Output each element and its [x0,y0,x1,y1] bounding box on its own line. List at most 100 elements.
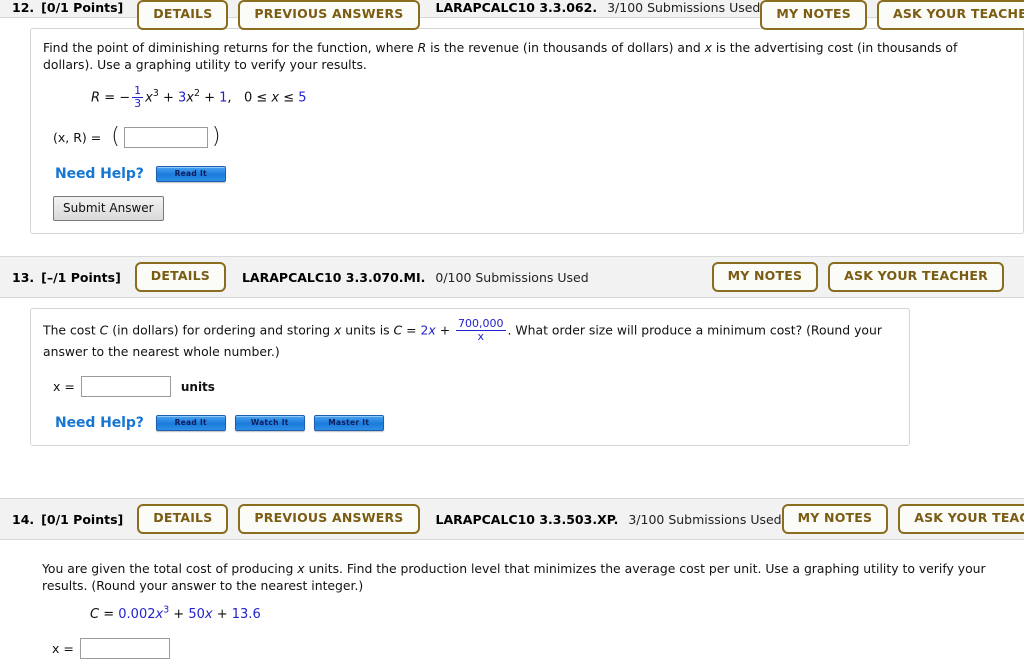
submissions-used-14: 3/100 Submissions Used [628,511,782,527]
question-body-12: Find the point of diminishing returns fo… [0,28,1024,235]
question-number-13: 13. [12,269,35,285]
eq13-equals: = [406,322,417,338]
eq12-equals: = [104,90,116,106]
answer-units-13: units [180,379,215,394]
eq12-domain-lo: 0 [243,90,253,106]
submissions-used-12: 3/100 Submissions Used [607,0,761,15]
details-button-12[interactable]: DETAILS [137,0,229,30]
eq12-le1: ≤ [256,90,268,106]
answer-input-13[interactable] [80,376,171,398]
details-button-13[interactable]: DETAILS [134,262,226,292]
answer-label-14: x = [52,641,74,657]
question-points-14: [0/1 Points] [41,511,124,527]
eq12-domain-hi: 5 [298,90,307,106]
my-notes-button-12[interactable]: MY NOTES [760,0,867,30]
ask-your-teacher-button-13[interactable]: ASK YOUR TEACHER [828,262,1004,292]
question-prompt-13: The cost C (in dollars) for ordering and… [43,318,897,360]
question-code-13: LARAPCALC10 3.3.070.MI. [241,269,426,285]
eq12-minus: − [119,90,131,106]
eq13-frac-num: 700,000 [458,317,504,331]
eq14-coef2: 50 [188,607,205,623]
section-gap-1 [0,234,1024,257]
eq13-fraction: 700,000 x [456,318,506,342]
master-it-button-13[interactable]: Master It [313,415,384,432]
question-body-13: The cost C (in dollars) for ordering and… [0,308,1024,447]
read-it-button-12[interactable]: Read It [155,166,226,183]
eq12-frac-den: 3 [132,96,144,110]
need-help-row-12: Need Help? Read It [55,166,1011,183]
question-card-13: The cost C (in dollars) for ordering and… [30,308,910,447]
eq12-term2-exp: 2 [193,88,200,100]
question-prompt-14: You are given the total cost of producin… [42,560,1012,594]
eq14-plus2: + [216,607,228,623]
eq14-const: 13.6 [231,607,261,623]
details-button-14[interactable]: DETAILS [137,504,229,534]
eq12-domain-var: x [271,90,280,106]
eq13-lhs: C [393,322,403,338]
answer-row-14: x = [52,638,1012,660]
submissions-used-13: 0/100 Submissions Used [435,269,589,285]
question-card-14: You are given the total cost of producin… [30,550,1024,671]
prompt-text-a: Find the point of diminishing returns fo… [43,40,418,55]
eq13-frac-den: x [456,329,506,343]
prompt13-text-c: units is [341,322,394,338]
section-gap-2 [0,446,1024,499]
my-notes-button-13[interactable]: MY NOTES [711,262,819,292]
answer-label-12: (x, R) = [53,129,102,145]
prompt-text-b: is the revenue (in thousands of dollars)… [426,40,705,55]
eq12-term1-exp: 3 [152,88,159,100]
submit-answer-button-12[interactable]: Submit Answer [53,196,164,222]
question-header-14: 14. [0/1 Points] DETAILS PREVIOUS ANSWER… [0,498,1024,541]
answer-input-12[interactable] [123,126,208,148]
eq12-term1-var: x [145,90,153,106]
question-points-12: [0/1 Points] [41,0,124,15]
answer-row-13: x = units [53,376,897,398]
prompt13-var-C: C [99,322,109,338]
paren-close-12: ) [211,124,221,150]
eq12-plus1: + [162,90,174,106]
need-help-label-12: Need Help? [55,166,144,183]
eq12-fraction: 13 [132,84,144,110]
my-notes-button-14[interactable]: MY NOTES [781,504,889,534]
prompt14-text-a: You are given the total cost of producin… [42,561,298,577]
eq13-plus: + [439,322,451,338]
question-code-12: LARAPCALC10 3.3.062. [435,0,598,15]
need-help-label-13: Need Help? [55,415,144,432]
question-points-13: [–/1 Points] [41,269,121,285]
question-body-14: You are given the total cost of producin… [0,550,1024,671]
eq14-coef1: 0.002 [118,607,156,623]
equation-14: C = 0.002x3 + 50x + 13.6 [90,604,1012,623]
prompt14-var-x: x [297,561,305,577]
eq12-comma: , [227,90,232,106]
question-code-14: LARAPCALC10 3.3.503.XP. [435,511,619,527]
question-card-12: Find the point of diminishing returns fo… [30,28,1024,235]
question-prompt-12: Find the point of diminishing returns fo… [43,39,1011,73]
eq12-frac-num: 1 [134,84,142,97]
prompt-var-x: x [704,40,712,55]
question-header-13: 13. [–/1 Points] DETAILS LARAPCALC10 3.3… [0,256,1024,299]
ask-your-teacher-button-12[interactable]: ASK YOUR TEACHER [876,0,1024,30]
submit-wrap-12: Submit Answer [53,196,1011,222]
watch-it-button-13[interactable]: Watch It [234,415,305,432]
eq14-term1-exp: 3 [163,604,170,616]
equation-12: R = −1 3 x3 + 3x2 + 1, 0 ≤ x ≤ 5 [91,84,1011,110]
answer-input-14[interactable] [79,638,170,660]
eq14-lhs: C [90,607,100,623]
previous-answers-button-14[interactable]: PREVIOUS ANSWERS [238,504,420,534]
eq14-term1-var: x [155,607,164,623]
paren-open-12: ( [111,124,120,150]
question-header-12: 12. [0/1 Points] DETAILS PREVIOUS ANSWER… [0,0,1024,30]
need-help-row-13: Need Help? Read It Watch It Master It [55,415,897,432]
prompt13-text-b: (in dollars) for ordering and storing [108,322,335,338]
eq14-term2-var: x [204,607,213,623]
eq13-var: x [428,322,436,338]
previous-answers-button-12[interactable]: PREVIOUS ANSWERS [238,0,420,30]
answer-label-13: x = [53,379,75,395]
ask-your-teacher-button-14[interactable]: ASK YOUR TEACHER [898,504,1024,534]
eq14-plus1: + [173,607,185,623]
eq12-lhs: R [91,90,101,106]
question-number-14: 14. [12,511,35,527]
eq12-plus2: + [204,90,215,106]
prompt-var-R: R [417,40,427,55]
read-it-button-13[interactable]: Read It [155,415,226,432]
